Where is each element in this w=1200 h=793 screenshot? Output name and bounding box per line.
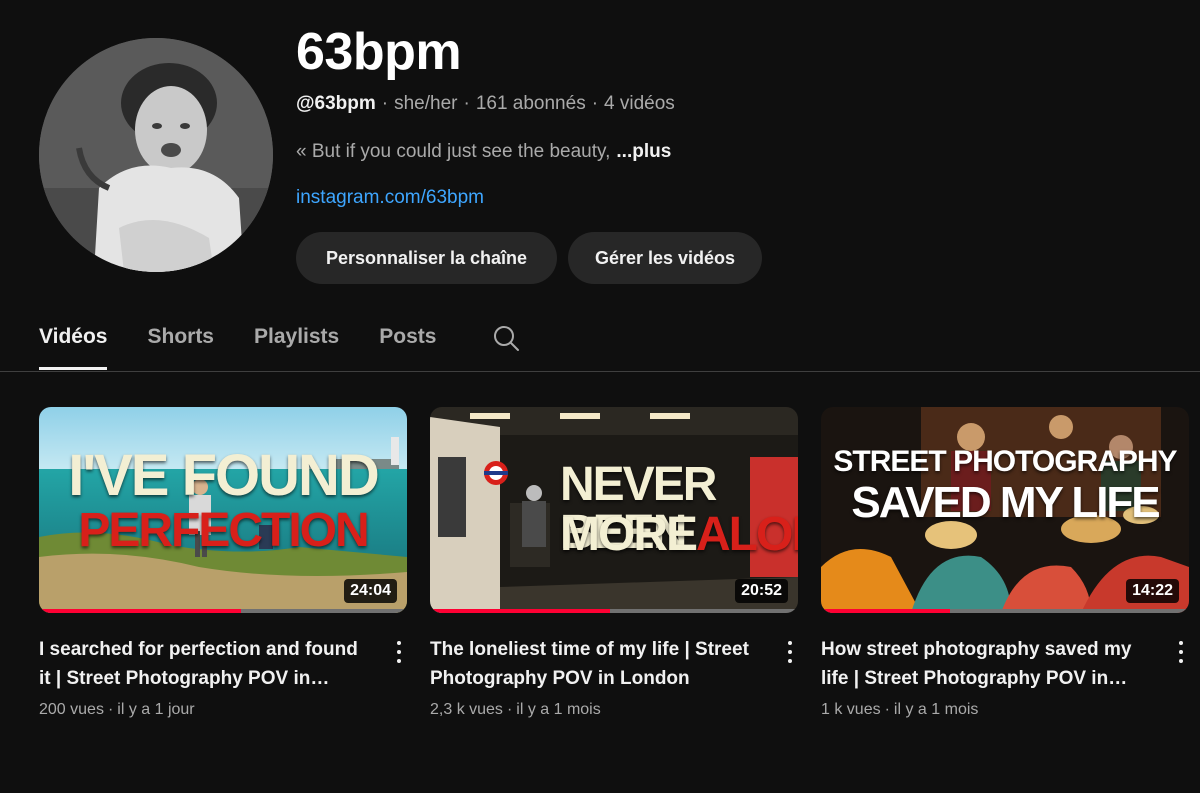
view-count: 200 vues [39,701,104,718]
video-thumbnail[interactable]: I'VE FOUND PERFECTION 24:04 [39,407,407,613]
video-card[interactable]: NEVER BEEN MOREALONE 20:52 The loneliest… [430,407,798,719]
separator: · [463,93,470,114]
view-count: 2,3 k vues [430,701,503,718]
channel-tabs: Vidéos Shorts Playlists Posts [39,318,520,372]
thumbnail-text-line1: I'VE FOUND [68,443,380,508]
video-duration: 20:52 [735,579,788,603]
watch-progress-fill [430,609,611,613]
video-title[interactable]: The loneliest time of my life | Street P… [430,635,762,693]
video-title[interactable]: I searched for perfection and found it |… [39,635,371,693]
thumbnail-text-line2: MOREALONE [560,511,798,559]
video-card[interactable]: STREET PHOTOGRAPHY SAVED MY LIFE 14:22 H… [821,407,1189,719]
watch-progress-bar [430,609,798,613]
tab-posts[interactable]: Posts [379,318,436,372]
channel-description[interactable]: « But if you could just see the beauty,.… [296,141,671,163]
tabs-divider [0,371,1200,372]
tab-videos[interactable]: Vidéos [39,318,108,372]
channel-avatar[interactable] [39,38,273,272]
watch-progress-bar [821,609,1189,613]
separator: · [107,701,114,718]
separator: · [591,93,599,114]
video-info: How street photography saved my life | S… [821,635,1189,719]
thumbnail-text-line1: STREET PHOTOGRAPHY [833,445,1177,478]
video-meta: 1 k vues · il y a 1 mois [821,701,1153,719]
instagram-link[interactable]: instagram.com/63bpm [296,187,484,209]
channel-handle: @63bpm [296,93,376,114]
tab-playlists[interactable]: Playlists [254,318,339,372]
channel-pronouns: she/her [394,93,458,114]
avatar-photo [39,38,273,272]
thumbnail-text-more: MORE [560,508,698,561]
video-info: I searched for perfection and found it |… [39,635,407,719]
upload-age: il y a 1 jour [117,701,195,718]
video-count: 4 vidéos [604,93,675,114]
video-card[interactable]: I'VE FOUND PERFECTION 24:04 I searched f… [39,407,407,719]
video-title[interactable]: How street photography saved my life | S… [821,635,1153,693]
video-duration: 24:04 [344,579,397,603]
search-icon[interactable] [492,324,520,352]
view-count: 1 k vues [821,701,881,718]
subscriber-count: 161 abonnés [475,93,586,114]
more-options-icon[interactable] [1171,639,1191,665]
thumbnail-text-alone: ALONE [696,508,798,561]
channel-title: 63bpm [296,23,462,81]
channel-meta: @63bpm · she/her · 161 abonnés · 4 vidéos [296,93,675,115]
video-meta: 200 vues · il y a 1 jour [39,701,371,719]
watch-progress-bar [39,609,407,613]
manage-videos-button[interactable]: Gérer les vidéos [568,232,762,284]
more-options-icon[interactable] [389,639,409,665]
upload-age: il y a 1 mois [893,701,979,718]
video-duration: 14:22 [1126,579,1179,603]
separator: · [381,93,389,114]
more-link[interactable]: ...plus [616,141,671,162]
customize-channel-button[interactable]: Personnaliser la chaîne [296,232,557,284]
video-meta: 2,3 k vues · il y a 1 mois [430,701,762,719]
video-thumbnail[interactable]: STREET PHOTOGRAPHY SAVED MY LIFE 14:22 [821,407,1189,613]
separator: · [884,701,890,718]
separator: · [506,701,513,718]
tab-shorts[interactable]: Shorts [147,318,214,372]
video-info: The loneliest time of my life | Street P… [430,635,798,719]
video-thumbnail[interactable]: NEVER BEEN MOREALONE 20:52 [430,407,798,613]
thumbnail-text-line2: PERFECTION [78,504,369,557]
description-text: « But if you could just see the beauty, [296,141,611,162]
thumbnail-text-line2: SAVED MY LIFE [851,478,1160,527]
upload-age: il y a 1 mois [516,701,601,718]
watch-progress-fill [821,609,950,613]
more-options-icon[interactable] [780,639,800,665]
watch-progress-fill [39,609,242,613]
